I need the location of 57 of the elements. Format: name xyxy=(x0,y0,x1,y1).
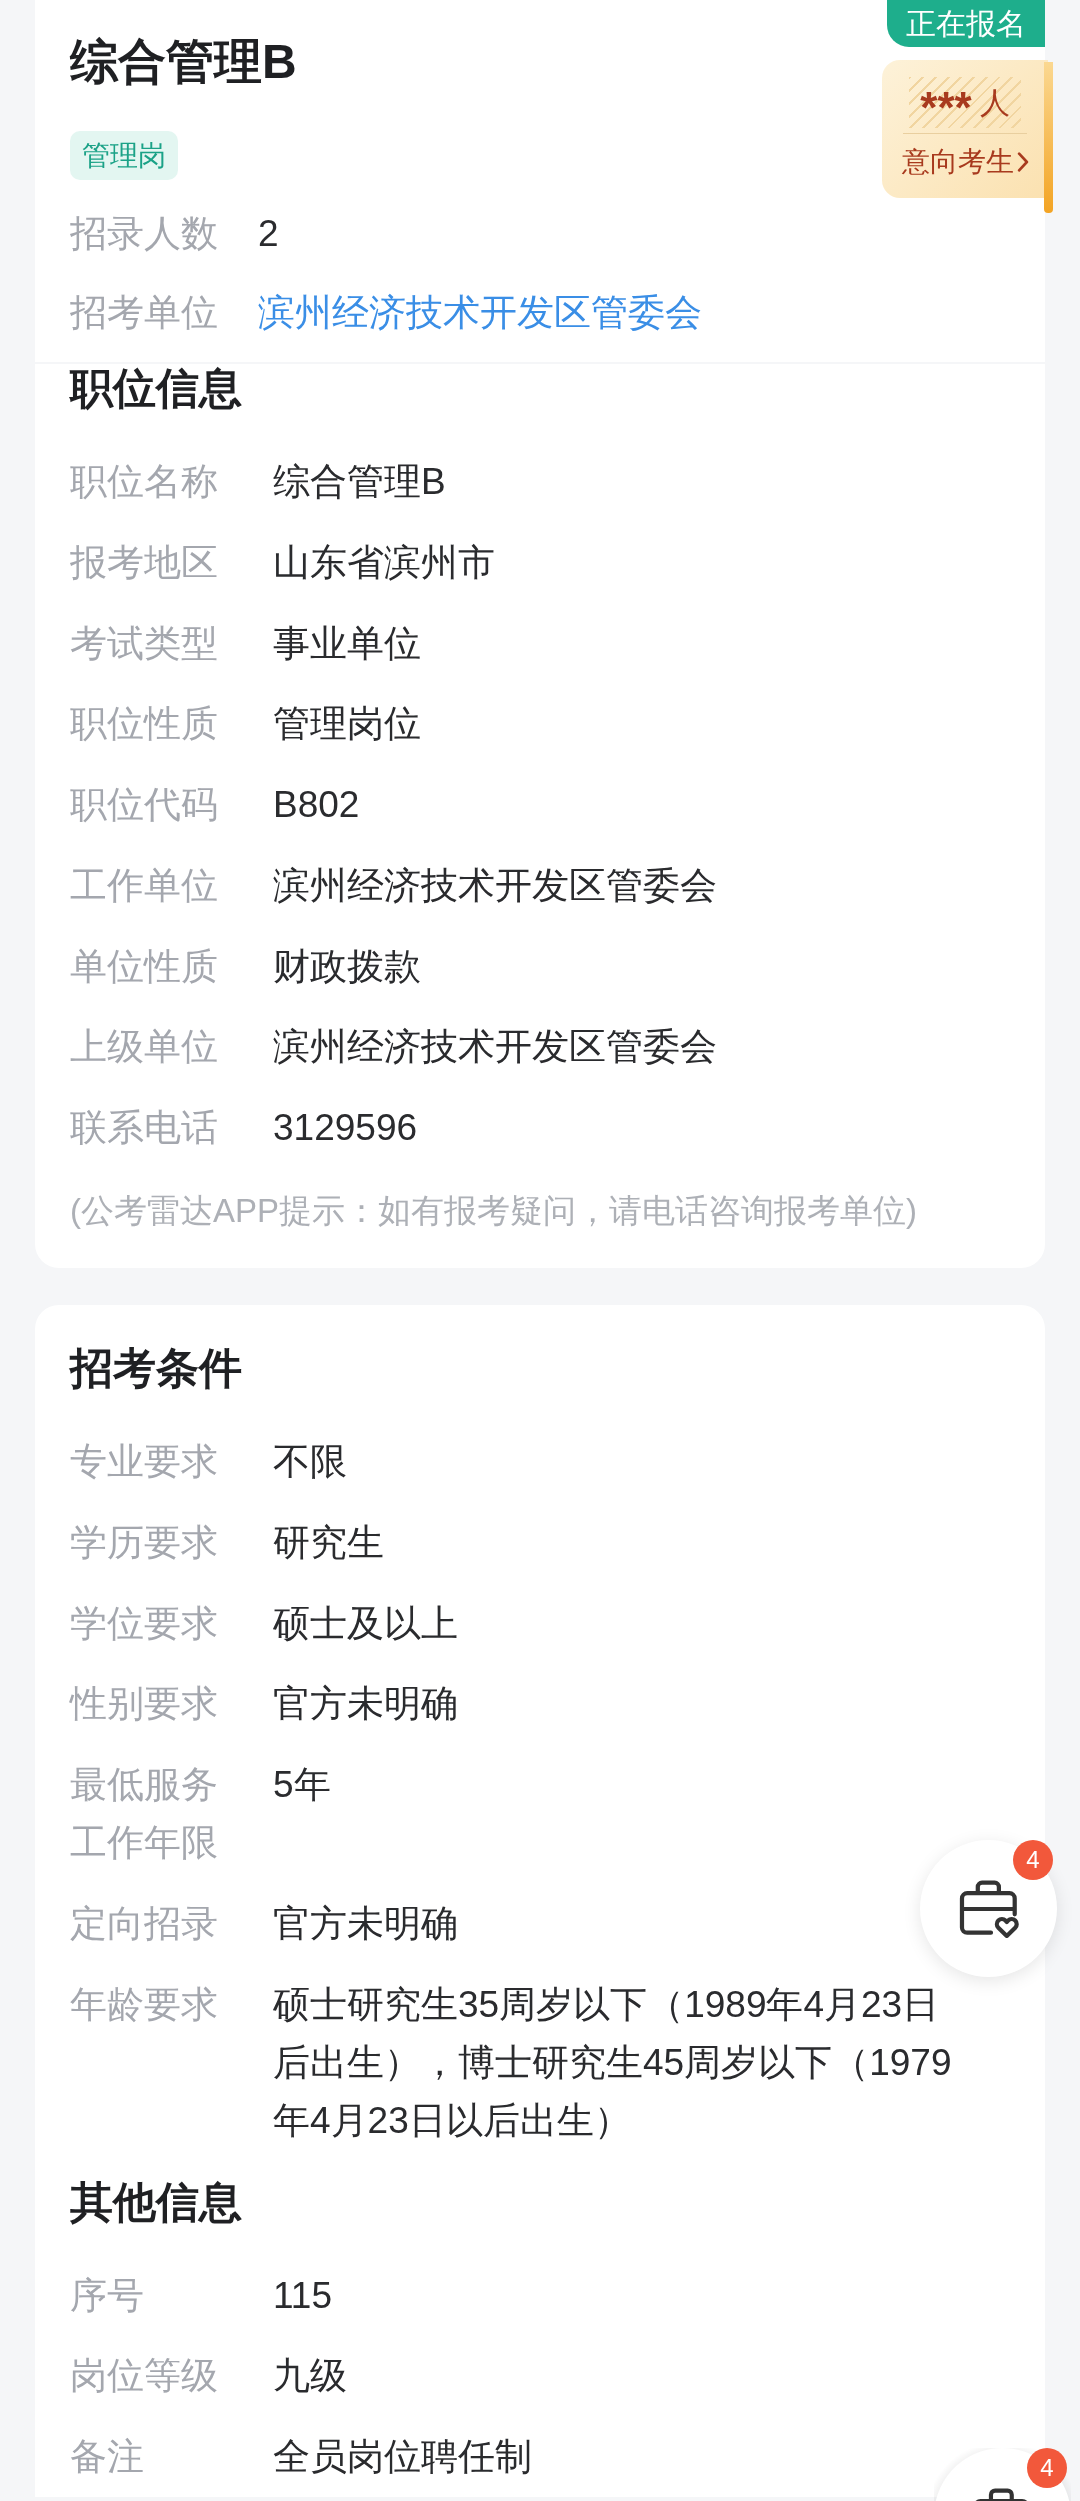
notification-badge: 4 xyxy=(1013,1840,1053,1880)
field-value: 滨州经济技术开发区管委会 xyxy=(273,1025,717,1070)
field-label: 岗位等级 xyxy=(70,2354,219,2399)
section-heading: 招考条件 xyxy=(70,1344,243,1392)
hint-text: (公考雷达APP提示：如有报考疑问，请电话咨询报考单位) xyxy=(70,1191,918,1231)
field-label: 工作单位 xyxy=(70,863,219,908)
field-value: 全员岗位聘任制 xyxy=(273,2435,532,2479)
section-heading: 职位信息 xyxy=(70,364,243,412)
position-tag: 管理岗 xyxy=(70,131,178,180)
field-value: 事业单位 xyxy=(273,621,421,666)
field-label: 定向招录 xyxy=(70,1901,219,1946)
field-value: 九级 xyxy=(273,2354,347,2399)
favorites-button[interactable]: 4 xyxy=(934,2448,1071,2501)
field-label: 职位名称 xyxy=(70,460,219,504)
field-label: 上级单位 xyxy=(70,1025,219,1070)
applicants-link[interactable]: 意向考生 xyxy=(901,144,1029,180)
briefcase-heart-icon xyxy=(958,1879,1019,1938)
field-value: 3129596 xyxy=(273,1106,418,1150)
field-label: 学位要求 xyxy=(70,1601,219,1646)
field-label: 报考地区 xyxy=(70,540,219,585)
field-label: 招录人数 xyxy=(70,212,218,256)
field-value: 5年 xyxy=(273,1763,331,1807)
field-label: 职位性质 xyxy=(70,702,219,747)
field-label: 备注 xyxy=(70,2435,145,2479)
field-label: 年龄要求 xyxy=(70,1982,219,2027)
field-label: 专业要求 xyxy=(70,1440,219,1484)
field-label: 招考单位 xyxy=(70,291,218,335)
chevron-right-icon xyxy=(1016,152,1029,172)
field-value: 硕士及以上 xyxy=(273,1601,458,1646)
notification-badge: 4 xyxy=(1027,2448,1067,2488)
field-value: 2 xyxy=(258,212,279,256)
field-label: 单位性质 xyxy=(70,944,219,989)
field-value: 硕士研究生35周岁以下（1989年4月23日后出生），博士研究生45周岁以下（1979年4月23日以后出生） xyxy=(273,1982,953,2143)
field-value: 115 xyxy=(273,2273,332,2318)
field-value: 山东省滨州市 xyxy=(273,540,495,585)
field-value: 管理岗位 xyxy=(273,702,421,747)
field-value: B802 xyxy=(273,783,360,827)
field-label: 最低服务工作年限 xyxy=(70,1763,219,1865)
section-heading: 其他信息 xyxy=(70,2177,243,2226)
job-title: 综合管理B xyxy=(70,34,298,90)
applicant-count: *** xyxy=(920,85,972,120)
field-value: 综合管理B xyxy=(273,460,446,504)
field-label: 职位代码 xyxy=(70,783,219,827)
field-label: 序号 xyxy=(70,2273,145,2318)
field-label: 性别要求 xyxy=(70,1682,219,1727)
field-value: 研究生 xyxy=(273,1520,384,1565)
field-value: 财政拨款 xyxy=(273,944,421,989)
field-label: 学历要求 xyxy=(70,1520,219,1565)
field-value: 官方未明确 xyxy=(273,1682,458,1727)
field-value: 不限 xyxy=(273,1440,347,1484)
field-value: 官方未明确 xyxy=(273,1901,458,1946)
field-label: 联系电话 xyxy=(70,1106,219,1150)
status-badge: 正在报名 xyxy=(887,0,1045,47)
unit-link[interactable]: 滨州经济技术开发区管委会 xyxy=(258,284,702,342)
field-value: 滨州经济技术开发区管委会 xyxy=(273,863,717,908)
field-label: 考试类型 xyxy=(70,621,219,666)
count-unit: 人 xyxy=(979,84,1010,121)
